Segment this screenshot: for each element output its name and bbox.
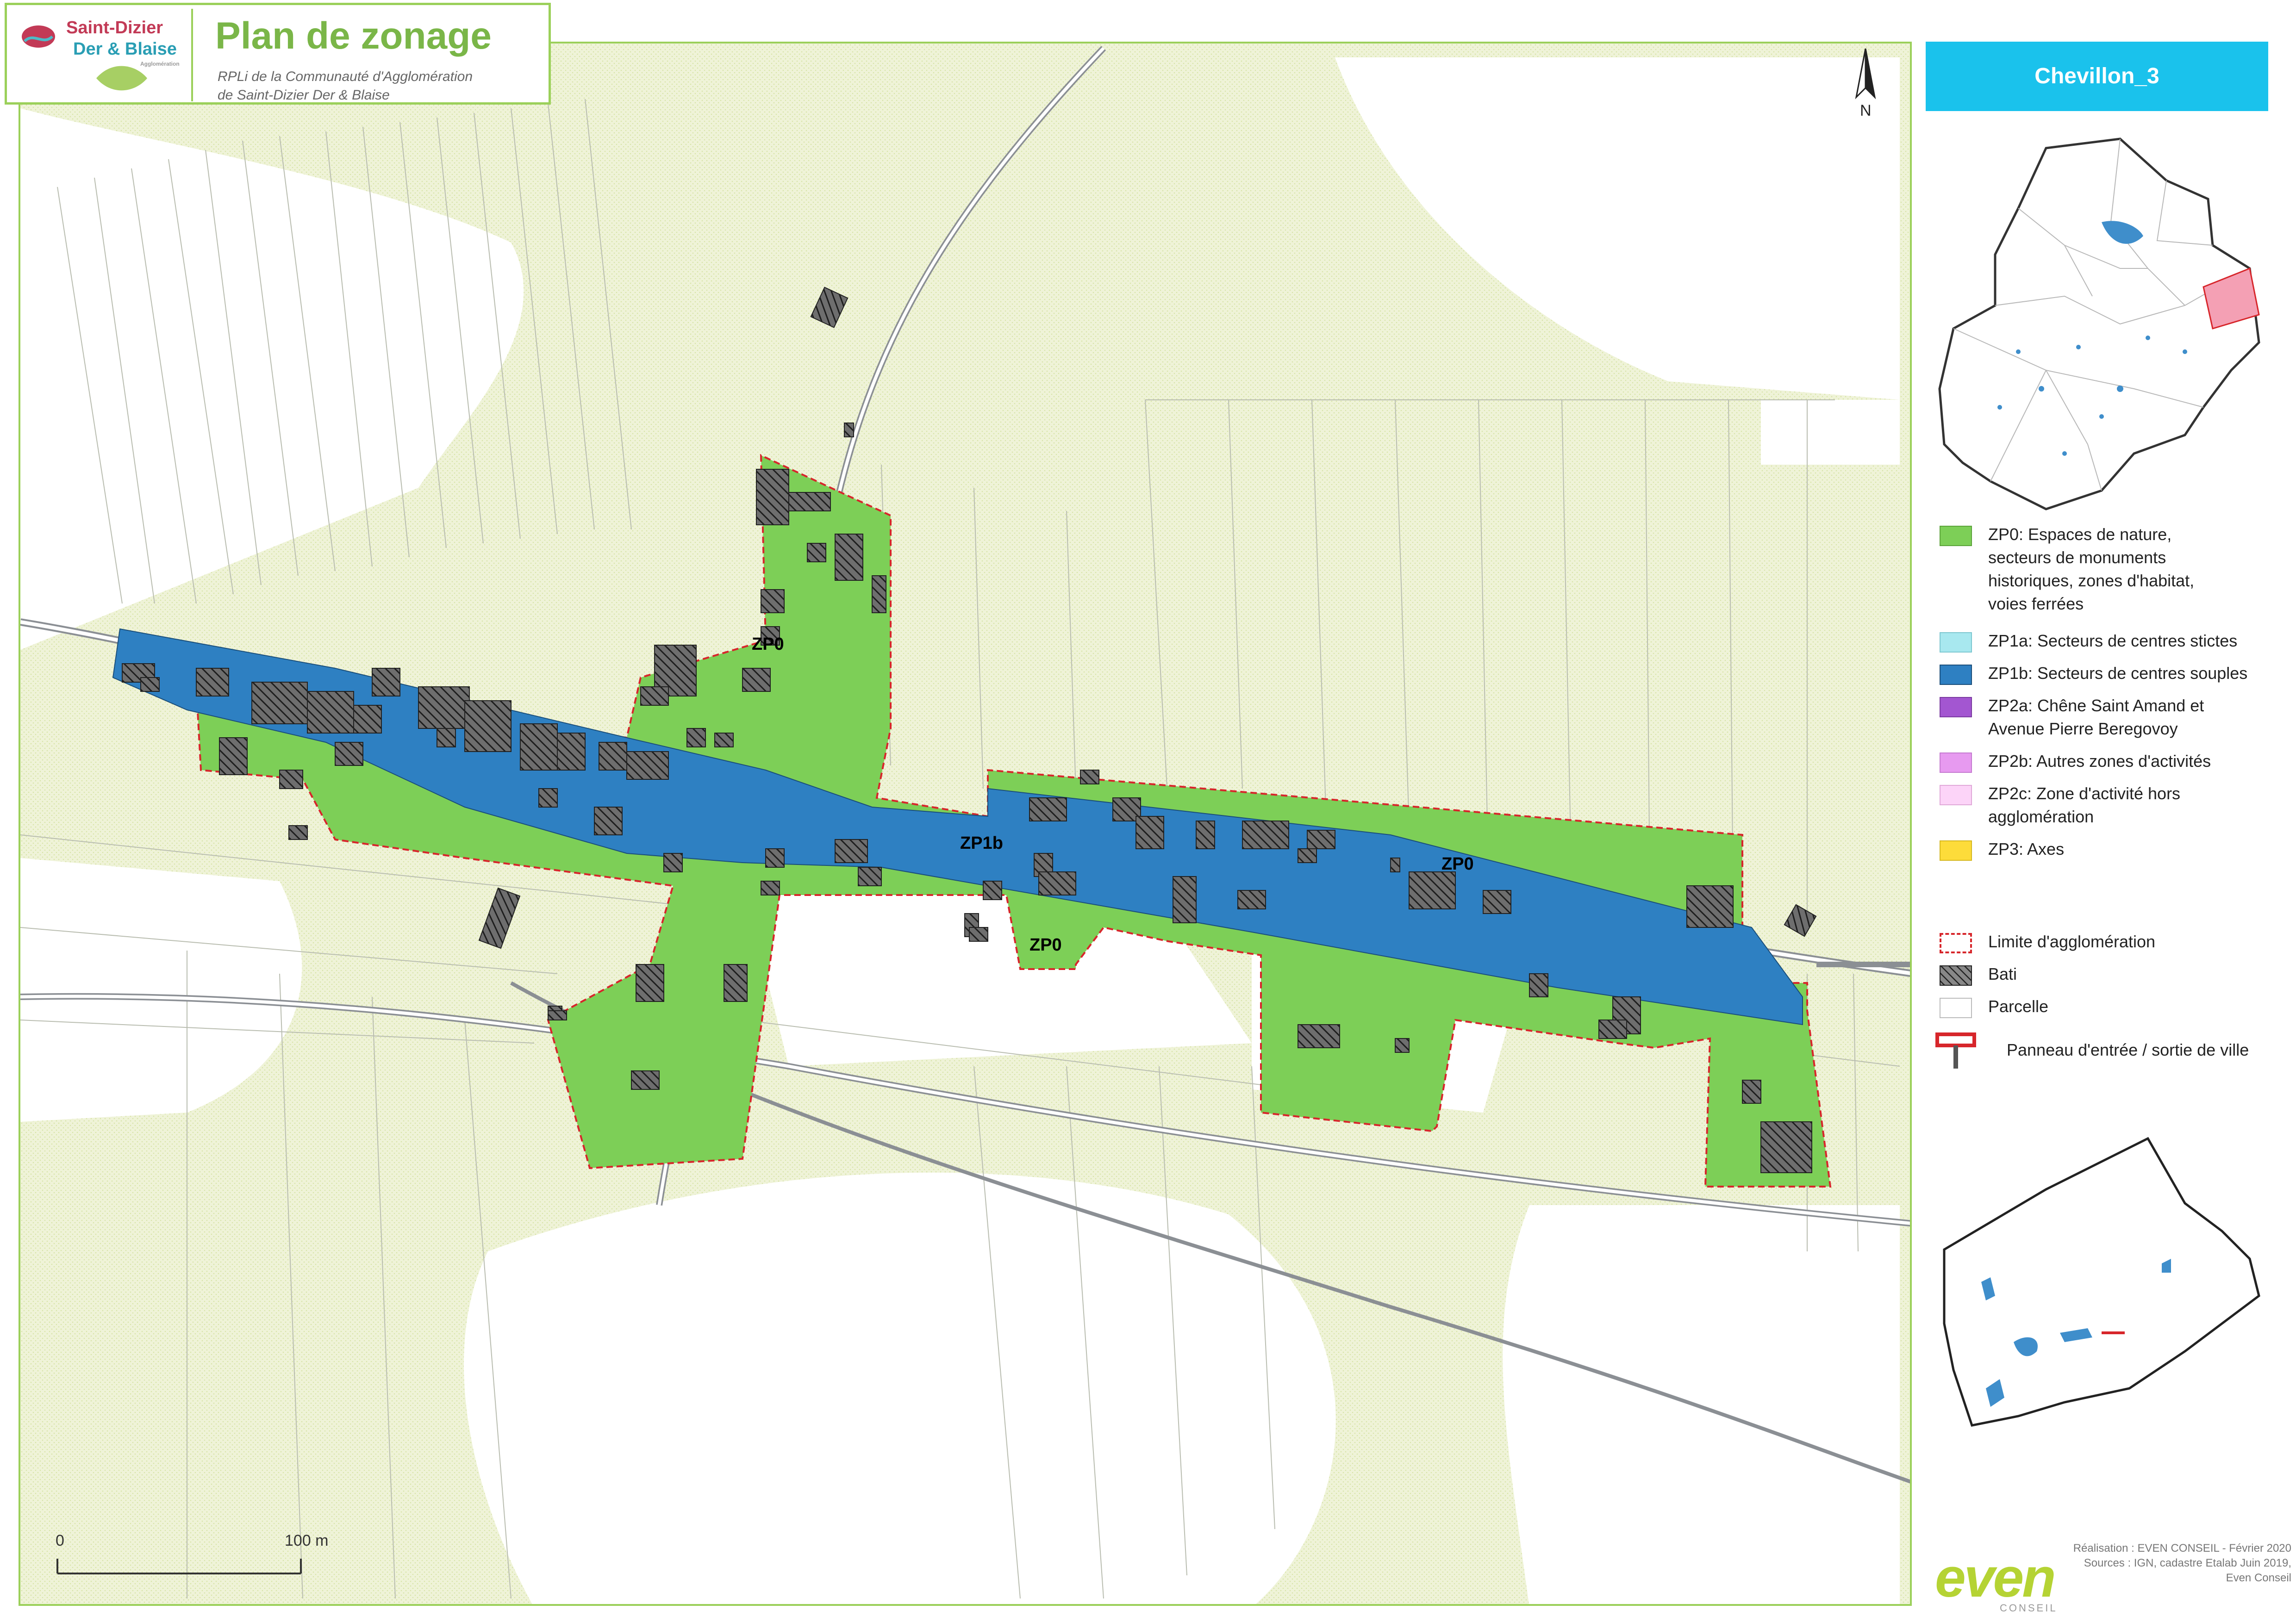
page-title: Plan de zonage [215, 15, 492, 57]
legend-swatch-zp3 [1940, 840, 1972, 861]
legend-label-zp2c: ZP2c: Zone d'activité hors agglomération [1988, 784, 2181, 826]
legend-item-zp1b: ZP1b: Secteurs de centres souples [1940, 662, 2264, 690]
map-label-zp1b: ZP1b [960, 833, 1003, 853]
legend-item-zp1a: ZP1a: Secteurs de centres stictes [1940, 629, 2264, 657]
scale-start-label: 0 [56, 1532, 64, 1549]
map-label-zp0-east: ZP0 [1441, 854, 1474, 874]
commune-name-banner: Chevillon_3 [1926, 42, 2268, 111]
title-box: Saint-Dizier Der & Blaise Agglomération … [5, 3, 551, 105]
legend-label-limite: Limite d'agglomération [1988, 932, 2156, 951]
legend-item-parcelle: Parcelle [1940, 995, 2264, 1023]
dashed-red-outline-icon [1940, 933, 1972, 953]
legend-label-zp0: ZP0: Espaces de nature, secteurs de monu… [1988, 525, 2195, 613]
locator-map-commune [1943, 1137, 2260, 1427]
even-conseil-logo: even [1935, 1547, 2056, 1609]
legend-label-zp1b: ZP1b: Secteurs de centres souples [1988, 664, 2248, 683]
north-arrow: N [1847, 46, 1884, 123]
legend-item-zp2b: ZP2b: Autres zones d'activités [1940, 750, 2264, 777]
legend-swatch-zp0 [1940, 526, 1972, 546]
legend-label-zp2a: ZP2a: Chêne Saint Amand et Avenue Pierre… [1988, 696, 2204, 738]
map-frame[interactable]: ZP0 ZP1b ZP0 ZP0 [19, 42, 1912, 1606]
legend-label-panneau: Panneau d'entrée / sortie de ville [2007, 1040, 2249, 1059]
legend-swatch-zp1a [1940, 632, 1972, 653]
agglomeration-logo: Saint-Dizier Der & Blaise Agglomération [11, 9, 193, 101]
credits-line1: Réalisation : EVEN CONSEIL - Février 202… [2073, 1542, 2291, 1555]
zoning-map[interactable]: ZP0 ZP1b ZP0 ZP0 [20, 44, 1912, 1606]
credits-line2: Sources : IGN, cadastre Etalab Juin 2019… [2084, 1557, 2291, 1569]
credits-line3: Even Conseil [2226, 1572, 2291, 1584]
page-subtitle-line1: RPLi de la Communauté d'Agglomération [218, 69, 473, 84]
map-label-zp0-north: ZP0 [752, 634, 784, 654]
logo-text-line2: Der & Blaise [73, 39, 177, 59]
legend-swatch-zp1b [1940, 665, 1972, 685]
logo-fish-icon [96, 66, 147, 91]
scale-end-label: 100 m [285, 1532, 329, 1549]
legend-label-zp2b: ZP2b: Autres zones d'activités [1988, 752, 2211, 771]
north-arrow-icon: N [1855, 48, 1876, 119]
hatched-square-icon [1940, 965, 1972, 986]
legend-item-panneau: Panneau d'entrée / sortie de ville [1935, 1032, 2264, 1069]
legend-item-limite: Limite d'agglomération [1940, 930, 2264, 958]
logo-text-line1: Saint-Dizier [66, 18, 163, 37]
red-sign-icon [1935, 1032, 1976, 1069]
page-subtitle-line2: de Saint-Dizier Der & Blaise [218, 87, 390, 103]
legend-item-zp3: ZP3: Axes [1940, 838, 2264, 865]
credits: Réalisation : EVEN CONSEIL - Février 202… [2037, 1541, 2291, 1586]
legend-label-zp3: ZP3: Axes [1988, 839, 2065, 858]
north-label: N [1860, 102, 1872, 119]
legend-item-zp2c: ZP2c: Zone d'activité hors agglomération [1940, 782, 2264, 833]
right-panel: Chevillon_3 ZP0: Espaces de nature, sect… [1916, 42, 2287, 1606]
legend-swatch-zp2c [1940, 785, 1972, 805]
logo-leaf-icon [22, 25, 55, 48]
map-label-zp0-south: ZP0 [1029, 935, 1062, 955]
legend-item-bati: Bati [1940, 963, 2264, 990]
legend-item-zp0: ZP0: Espaces de nature, secteurs de monu… [1940, 523, 2264, 625]
legend-swatch-zp2a [1940, 697, 1972, 717]
legend-swatch-zp2b [1940, 752, 1972, 773]
legend-label-bati: Bati [1988, 964, 2017, 983]
scale-line [56, 1559, 302, 1574]
locator-map-agglomeration [1938, 137, 2260, 510]
legend-label-zp1a: ZP1a: Secteurs de centres stictes [1988, 631, 2238, 650]
legend-item-zp2a: ZP2a: Chêne Saint Amand et Avenue Pierre… [1940, 694, 2264, 745]
legend-label-parcelle: Parcelle [1988, 997, 2049, 1016]
empty-square-icon [1940, 998, 1972, 1018]
even-conseil-logo-sub: CONSEIL [2000, 1602, 2058, 1614]
